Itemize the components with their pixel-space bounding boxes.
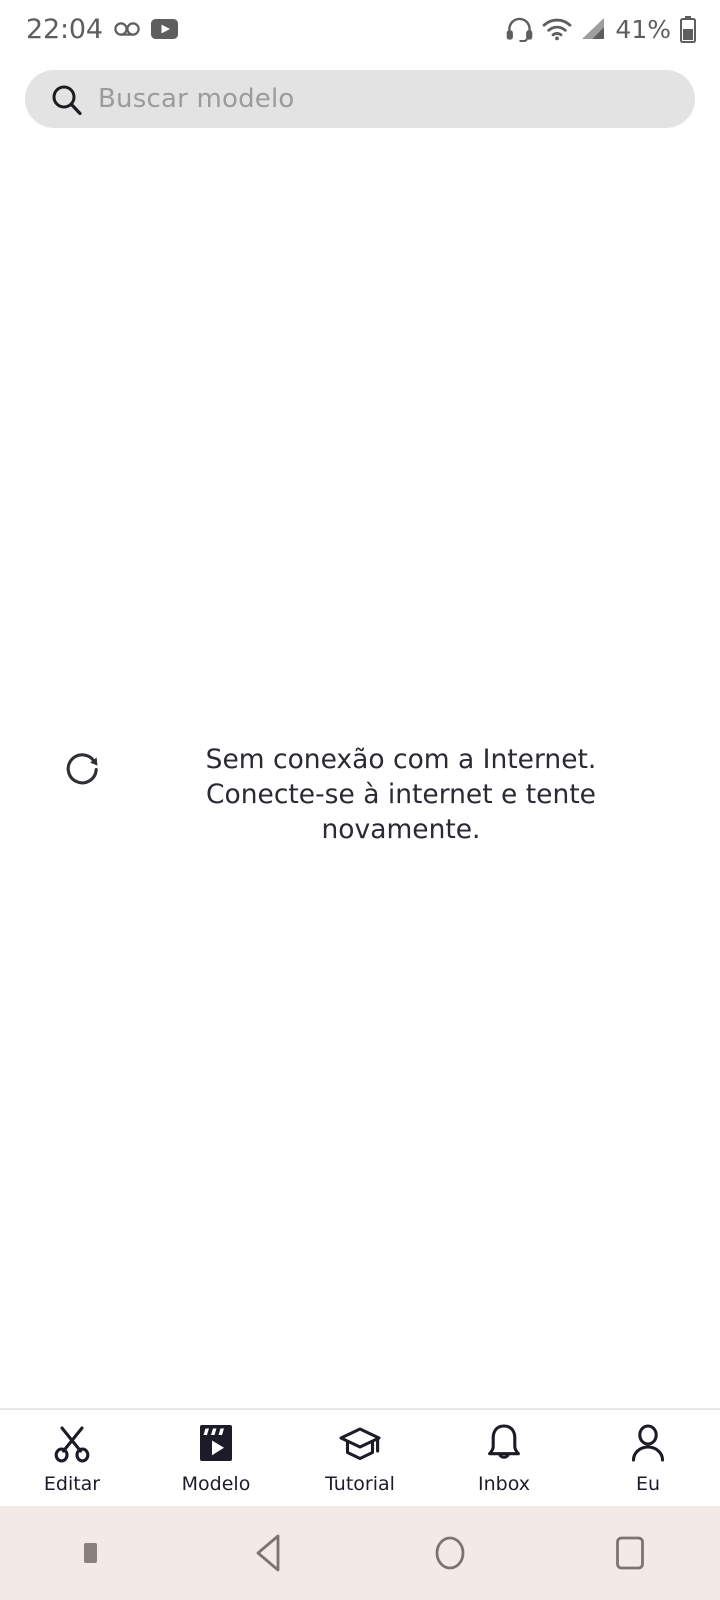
bell-icon [484,1422,524,1464]
tab-label-modelo: Modelo [181,1472,251,1495]
refresh-icon[interactable] [62,742,104,790]
menu-dot-button[interactable] [0,1543,180,1563]
person-icon [628,1422,668,1464]
android-navigation-bar [0,1506,720,1600]
recents-icon [609,1531,651,1575]
tab-modelo[interactable]: Modelo [144,1410,288,1506]
status-bar-clock: 22:04 [26,13,103,45]
headset-icon [506,17,533,42]
tab-tutorial[interactable]: Tutorial [288,1410,432,1506]
battery-percentage: 41% [615,14,671,44]
bottom-tab-bar: Editar Modelo Tutorial Inbox Eu [0,1408,720,1506]
cellular-signal-icon [581,17,606,41]
tab-eu[interactable]: Eu [576,1410,720,1506]
android-back-button[interactable] [180,1531,360,1575]
empty-state-message: Sem conexão com a Internet. Conecte-se à… [205,744,597,846]
battery-icon [680,15,696,43]
android-recents-button[interactable] [540,1531,720,1575]
tab-inbox[interactable]: Inbox [432,1410,576,1506]
status-bar: 22:04 41% [0,0,720,58]
clapperboard-play-icon [196,1422,236,1464]
wifi-icon [542,17,572,41]
search-input[interactable]: Buscar modelo [25,70,695,128]
tab-label-eu: Eu [635,1472,661,1495]
voicemail-icon [114,21,140,37]
search-bar-container: Buscar modelo [0,58,720,128]
home-icon [429,1531,471,1575]
android-home-button[interactable] [360,1531,540,1575]
graduation-cap-icon [337,1422,383,1464]
status-bar-left: 22:04 [26,14,178,45]
search-placeholder-text: Buscar modelo [98,84,295,114]
search-icon [51,84,82,115]
main-content-area: Sem conexão com a Internet. Conecte-se à… [0,150,720,1408]
tab-label-inbox: Inbox [478,1472,530,1495]
scissors-icon [51,1422,93,1464]
back-icon [249,1531,291,1575]
tab-label-tutorial: Tutorial [325,1472,395,1495]
tab-editar[interactable]: Editar [0,1410,144,1506]
tab-label-editar: Editar [43,1472,101,1495]
status-bar-right: 41% [506,15,696,44]
youtube-icon [150,19,178,39]
empty-state-no-connection[interactable]: Sem conexão com a Internet. Conecte-se à… [0,742,720,848]
menu-dot-icon [83,1543,97,1563]
